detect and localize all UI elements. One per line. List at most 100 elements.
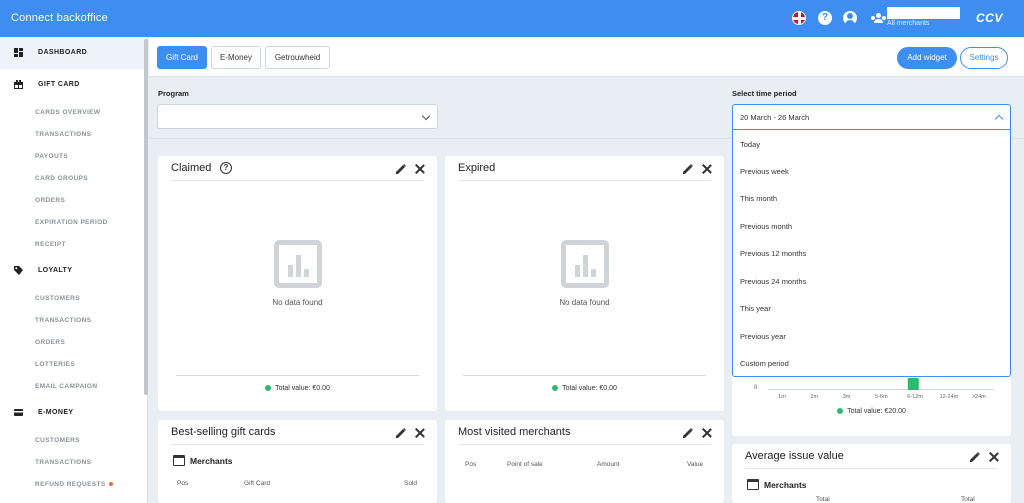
user-icon[interactable] [843,11,857,25]
time-period-option-previous-24-months[interactable]: Previous 24 months [740,277,806,286]
no-data-text: No data found [559,298,610,307]
sidebar-scrollbar[interactable] [144,39,148,395]
merchants-icon[interactable] [871,13,886,23]
widget-actions [682,163,712,175]
tab-getrouwheid[interactable]: Getrouwheid [265,46,330,69]
sidebar-subitem-gift-card-transactions[interactable]: TRANSACTIONS [35,131,91,138]
histogram-tick-label: 3m [842,394,851,400]
edit-pencil-icon[interactable] [682,427,694,439]
section-title: Merchants [764,480,807,490]
time-period-select[interactable]: 20 March - 26 March [732,104,1011,130]
widget-actions [395,163,425,175]
time-period-option-previous-year[interactable]: Previous year [740,332,786,341]
histogram-tick-label: >24m [971,394,986,400]
sidebar-item-dashboard[interactable]: DASHBOARD [0,37,144,69]
legend-dot [837,408,844,414]
sidebar-item-label: DASHBOARD [38,49,88,56]
app-title: Connect backoffice [11,12,108,24]
close-icon[interactable] [701,163,713,175]
sidebar-subitem-card-groups[interactable]: CARD GROUPS [35,175,88,182]
sidebar-item-label: GIFT CARD [38,81,80,88]
widget-title: Best-selling gift cards [171,426,276,438]
widget-title: Claimed [171,162,212,174]
sidebar-subitem-loyalty-orders[interactable]: ORDERS [35,339,65,346]
time-period-option-previous-month[interactable]: Previous month [740,222,792,231]
total-value-text: Total value: €0.00 [275,385,330,392]
y-axis-zero-label: 0 [754,385,758,391]
notification-dot [108,482,113,487]
sidebar-subitem-email-campaign[interactable]: EMAIL CAMPAIGN [35,383,97,390]
section-title: Merchants [190,456,233,466]
help-icon[interactable]: ? [220,162,232,174]
merchant-selector-label: All merchants [887,20,930,27]
time-period-option-this-year[interactable]: This year [740,304,771,313]
sidebar-item-e-money[interactable]: E-MONEY [0,397,144,429]
sidebar-item-label: E-MONEY [38,409,74,416]
sidebar-subitem-lotteries[interactable]: LOTTERIES [35,361,75,368]
total-value: Total value: €0.00 [158,385,437,392]
sidebar-subitem-expiration-period[interactable]: EXPIRATION PERIOD [35,219,108,226]
sidebar-subitem-payouts[interactable]: PAYOUTS [35,153,68,160]
sidebar-subitem-refund-requests[interactable]: REFUND REQUESTS [35,481,113,488]
sidebar-item-loyalty[interactable]: LOYALTY [0,255,144,287]
sidebar-subitem-e-money-transactions[interactable]: TRANSACTIONS [35,459,91,466]
edit-pencil-icon[interactable] [682,163,694,175]
help-icon[interactable]: ? [818,11,832,25]
total-line [176,375,419,376]
add-widget-button[interactable]: Add widget [897,47,957,69]
average-issue-widget: Average issue value Merchants Total Tota… [732,444,1011,503]
sidebar-subitem-loyalty-customers[interactable]: CUSTOMERS [35,295,80,302]
legend-dot [552,385,559,391]
close-icon[interactable] [701,427,713,439]
widget-divider [171,444,424,445]
sidebar-subitem-cards-overview[interactable]: CARDS OVERVIEW [35,109,100,116]
widget-actions [682,427,712,439]
sidebar-item-gift-card[interactable]: GIFT CARD [0,69,144,101]
tab-gift-card[interactable]: Gift Card [157,46,207,69]
edit-pencil-icon[interactable] [969,451,981,463]
time-period-option-today[interactable]: Today [740,140,760,149]
close-icon[interactable] [414,163,426,175]
total-value-text: Total value: €0.00 [562,385,617,392]
sidebar-subitem-e-money-customers[interactable]: CUSTOMERS [35,437,80,444]
column-header: Total [961,496,975,503]
best-selling-widget: Best-selling gift cards Merchants Pos Gi… [158,420,437,503]
card-icon [14,409,23,416]
gift-card-icon [14,80,23,89]
sidebar-subitem-receipt[interactable]: RECEIPT [35,241,66,248]
time-period-option-this-month[interactable]: This month [740,194,777,203]
histogram-tick-label: 6-12m [907,394,923,400]
sidebar-subitem-label: REFUND REQUESTS [35,481,106,488]
time-period-label: Select time period [732,89,797,98]
store-icon [747,479,759,490]
widget-divider [458,444,711,445]
time-period-option-previous-week[interactable]: Previous week [740,167,789,176]
dashboard-icon [14,48,23,57]
program-select[interactable] [157,104,438,129]
chevron-up-icon [994,114,1004,124]
settings-button[interactable]: Settings [960,47,1008,69]
close-icon[interactable] [414,427,426,439]
top-bar: Connect backoffice ? All merchants CCV [0,0,1024,37]
chart-placeholder-icon [560,240,609,288]
column-header: Amount [597,461,620,468]
column-header: Pos [177,480,189,487]
widget-actions [395,427,425,439]
total-value: Total value: €0.00 [445,385,724,392]
time-period-option-custom-period[interactable]: Custom period [740,359,789,368]
sidebar-subitem-gift-card-orders[interactable]: ORDERS [35,197,65,204]
edit-pencil-icon[interactable] [395,163,407,175]
widget-title: Expired [458,162,496,174]
sidebar-subitem-loyalty-transactions[interactable]: TRANSACTIONS [35,317,91,324]
tab-e-money[interactable]: E-Money [211,46,261,69]
time-period-dropdown: Today Previous week This month Previous … [732,130,1011,377]
widget-title: Most visited merchants [458,426,571,438]
widget-divider [745,468,998,469]
close-icon[interactable] [988,451,1000,463]
claimed-widget: Claimed ? No data found Total value: €0.… [158,156,437,411]
language-flag-icon[interactable] [792,11,806,25]
merchant-selector[interactable] [887,7,960,19]
edit-pencil-icon[interactable] [395,427,407,439]
histogram-tick-label: 1m [778,394,786,400]
time-period-option-previous-12-months[interactable]: Previous 12 months [740,249,806,258]
